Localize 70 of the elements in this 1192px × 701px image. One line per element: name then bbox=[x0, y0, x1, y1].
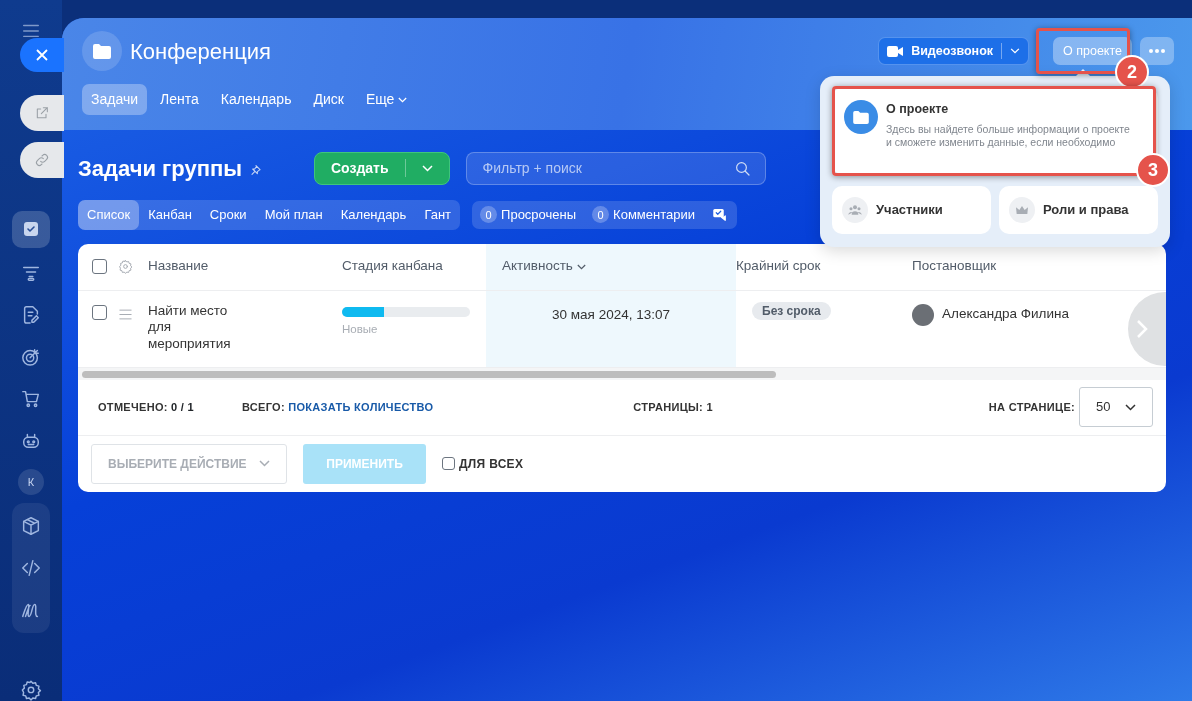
nav-tab[interactable]: Диск bbox=[304, 84, 353, 115]
for-all-label[interactable]: ДЛЯ ВСЕХ bbox=[459, 454, 524, 473]
nav-tab[interactable]: Лента bbox=[151, 84, 208, 115]
avatar[interactable] bbox=[912, 303, 934, 326]
scrollbar[interactable] bbox=[82, 370, 776, 378]
counter-label[interactable]: Просрочены bbox=[501, 205, 577, 225]
for-all-checkbox[interactable] bbox=[442, 457, 455, 470]
item-description: Здесь вы найдете больше информации о проекте и сможете изменить данные, если необходимо bbox=[886, 122, 1131, 151]
folder-icon bbox=[82, 31, 122, 71]
crown-icon bbox=[1009, 197, 1035, 223]
counter-label[interactable]: Комментарии bbox=[613, 205, 695, 225]
caret-icon bbox=[1125, 403, 1136, 411]
total-count: ВСЕГО: ПОКАЗАТЬ КОЛИЧЕСТВО bbox=[241, 399, 434, 415]
people-icon bbox=[842, 197, 868, 223]
video-camera-icon bbox=[887, 45, 904, 57]
video-call-button[interactable]: Видеозвонок bbox=[878, 37, 1030, 65]
column-header[interactable]: Крайний срок bbox=[736, 256, 821, 277]
cube-icon[interactable] bbox=[20, 515, 42, 538]
view-tab[interactable]: Мой план bbox=[255, 200, 332, 230]
avatar[interactable]: К bbox=[18, 469, 44, 496]
menu-item[interactable]: Участники bbox=[832, 186, 991, 234]
drag-handle-icon[interactable] bbox=[118, 307, 133, 323]
view-tab[interactable]: Сроки bbox=[200, 200, 256, 230]
nav-button[interactable] bbox=[12, 210, 50, 249]
selected-count: ОТМЕЧЕНО: 0 / 1 bbox=[98, 399, 194, 415]
more-button[interactable] bbox=[1140, 37, 1174, 65]
column-header[interactable]: Постановщик bbox=[912, 256, 997, 277]
per-page-select[interactable]: 50 bbox=[1079, 387, 1153, 427]
create-button[interactable]: Создать bbox=[314, 151, 450, 185]
view-tab[interactable]: Список bbox=[78, 200, 140, 230]
ellipsis-icon bbox=[1149, 49, 1165, 53]
select-all-checkbox[interactable] bbox=[92, 259, 107, 274]
caret-icon bbox=[421, 164, 433, 172]
page-title: Задачи группы bbox=[78, 154, 242, 183]
menu-item[interactable]: Роли и права bbox=[999, 186, 1158, 234]
item-title: О проекте bbox=[886, 101, 950, 118]
close-icon bbox=[36, 49, 48, 61]
caret-icon bbox=[259, 460, 270, 467]
caret-icon bbox=[398, 96, 408, 103]
per-page-label: НА СТРАНИЦЕ: bbox=[988, 399, 1075, 415]
side-action-button[interactable] bbox=[20, 142, 64, 178]
project-title: Конференция bbox=[130, 37, 271, 66]
column-header[interactable]: Стадия канбана bbox=[342, 256, 443, 277]
caret-icon bbox=[576, 263, 586, 270]
settings-icon[interactable] bbox=[20, 679, 42, 701]
view-tab[interactable]: Календарь bbox=[331, 200, 416, 230]
column-header[interactable]: Название bbox=[148, 256, 209, 277]
creator-name[interactable]: Александра Филина bbox=[942, 303, 1069, 367]
show-count-link[interactable]: ПОКАЗАТЬ КОЛИЧЕСТВО bbox=[288, 400, 434, 413]
stage-label: Новые bbox=[342, 321, 378, 337]
search-icon[interactable] bbox=[733, 159, 752, 178]
view-tab[interactable]: Гант bbox=[415, 200, 461, 230]
activity-date: 30 мая 2024, 13:07 bbox=[552, 306, 670, 322]
folder-icon bbox=[844, 100, 878, 134]
task-title[interactable]: Найти место для мероприятия bbox=[148, 302, 248, 354]
counter-badge: 0 bbox=[592, 206, 610, 224]
row-checkbox[interactable] bbox=[92, 304, 107, 320]
close-button[interactable] bbox=[20, 38, 64, 72]
page-count: СТРАНИЦЫ: 1 bbox=[633, 399, 713, 415]
caret-icon bbox=[1010, 48, 1021, 54]
view-tab[interactable]: Канбан bbox=[139, 200, 201, 230]
deadline-tag[interactable]: Без срока bbox=[752, 301, 831, 320]
link-icon bbox=[34, 152, 50, 168]
counter-badge: 0 bbox=[480, 206, 498, 224]
column-header[interactable]: Активность bbox=[502, 256, 586, 277]
nav-tab[interactable]: Календарь bbox=[211, 84, 301, 115]
more-tab[interactable]: Еще bbox=[356, 84, 417, 115]
external-link-icon bbox=[34, 105, 50, 121]
side-action-button[interactable] bbox=[20, 95, 64, 131]
chevron-right-icon bbox=[1136, 318, 1148, 339]
